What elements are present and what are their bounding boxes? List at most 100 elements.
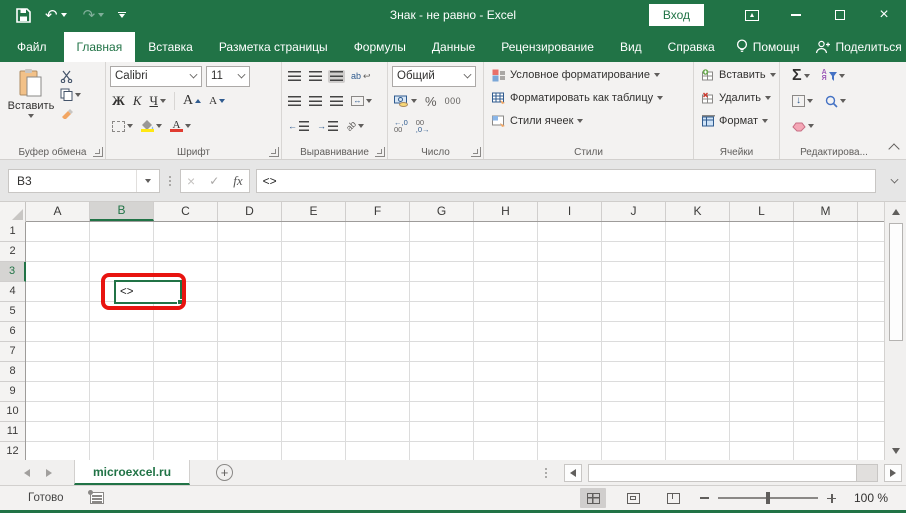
cell-B3[interactable] [90,262,154,282]
underline-button[interactable]: Ч [148,92,168,110]
cell-J2[interactable] [602,242,666,262]
row-header-10[interactable]: 10 [0,402,25,422]
font-name-select[interactable]: Calibri [110,66,202,87]
scroll-up-button[interactable] [885,202,906,221]
cell-A6[interactable] [26,322,90,342]
cell-B5[interactable] [90,302,154,322]
row-header-5[interactable]: 5 [0,302,25,322]
cell-A3[interactable] [26,262,90,282]
cell-M3[interactable] [794,262,858,282]
customize-qat-button[interactable] [118,12,126,19]
cell-partial-1[interactable] [858,222,884,242]
cell-C8[interactable] [154,362,218,382]
cell-I3[interactable] [538,262,602,282]
cell-H2[interactable] [474,242,538,262]
cell-D8[interactable] [218,362,282,382]
cell-F1[interactable] [346,222,410,242]
cell-K5[interactable] [666,302,730,322]
page-layout-view-button[interactable] [620,488,646,508]
cell-C3[interactable] [154,262,218,282]
cell-D4[interactable] [218,282,282,302]
zoom-out-button[interactable] [700,497,709,499]
column-header-M[interactable]: M [794,202,858,221]
cell-L12[interactable] [730,442,794,460]
tab-formulas[interactable]: Формулы [341,32,419,62]
cell-K12[interactable] [666,442,730,460]
insert-function-button[interactable]: fx [233,173,242,189]
cell-partial-4[interactable] [858,282,884,302]
cell-E9[interactable] [282,382,346,402]
sort-filter-button[interactable]: АЯ [820,69,847,84]
formula-bar-grip[interactable] [166,176,174,186]
cell-M5[interactable] [794,302,858,322]
cell-partial-9[interactable] [858,382,884,402]
cell-E12[interactable] [282,442,346,460]
cell-H1[interactable] [474,222,538,242]
tab-review[interactable]: Рецензирование [488,32,607,62]
cell-L5[interactable] [730,302,794,322]
cell-A7[interactable] [26,342,90,362]
vertical-scrollbar[interactable] [884,202,906,460]
cell-H8[interactable] [474,362,538,382]
tab-help[interactable]: Справка [655,32,728,62]
expand-formula-bar-button[interactable] [882,179,906,183]
cell-D1[interactable] [218,222,282,242]
column-header-L[interactable]: L [730,202,794,221]
borders-button[interactable] [110,120,135,133]
cell-B8[interactable] [90,362,154,382]
clear-button[interactable] [790,120,816,133]
sign-in-button[interactable]: Вход [649,4,704,26]
copy-button[interactable] [58,87,83,102]
cell-G9[interactable] [410,382,474,402]
paste-button[interactable]: Вставить [4,65,58,143]
cell-E7[interactable] [282,342,346,362]
cell-J1[interactable] [602,222,666,242]
conditional-formatting-button[interactable]: Условное форматирование [492,65,663,85]
cell-I12[interactable] [538,442,602,460]
cell-F3[interactable] [346,262,410,282]
cell-K9[interactable] [666,382,730,402]
cell-L3[interactable] [730,262,794,282]
column-header-I[interactable]: I [538,202,602,221]
cell-L7[interactable] [730,342,794,362]
cell-L2[interactable] [730,242,794,262]
cell-E8[interactable] [282,362,346,382]
close-button[interactable]: × [862,0,906,30]
orientation-button[interactable]: ab [344,120,366,132]
cell-M10[interactable] [794,402,858,422]
column-header-H[interactable]: H [474,202,538,221]
cell-M1[interactable] [794,222,858,242]
cell-E1[interactable] [282,222,346,242]
column-header-G[interactable]: G [410,202,474,221]
cell-A8[interactable] [26,362,90,382]
cell-styles-button[interactable]: Стили ячеек [492,111,663,131]
cell-G1[interactable] [410,222,474,242]
maximize-button[interactable] [818,0,862,30]
cell-I7[interactable] [538,342,602,362]
cell-E6[interactable] [282,322,346,342]
zoom-slider[interactable] [718,497,818,499]
cancel-button[interactable]: × [187,174,195,188]
cell-G3[interactable] [410,262,474,282]
cell-M2[interactable] [794,242,858,262]
row-header-8[interactable]: 8 [0,362,25,382]
cell-H7[interactable] [474,342,538,362]
row-header-1[interactable]: 1 [0,222,25,242]
cell-F12[interactable] [346,442,410,460]
cell-partial-7[interactable] [858,342,884,362]
cell-G10[interactable] [410,402,474,422]
cell-C6[interactable] [154,322,218,342]
cell-C12[interactable] [154,442,218,460]
cell-I4[interactable] [538,282,602,302]
row-header-12[interactable]: 12 [0,442,25,460]
cell-E4[interactable] [282,282,346,302]
cell-partial-12[interactable] [858,442,884,460]
cell-D3[interactable] [218,262,282,282]
number-format-select[interactable]: Общий [392,66,476,87]
zoom-slider-thumb[interactable] [766,492,770,504]
cell-L4[interactable] [730,282,794,302]
cell-M4[interactable] [794,282,858,302]
cell-K1[interactable] [666,222,730,242]
cell-G11[interactable] [410,422,474,442]
cell-B10[interactable] [90,402,154,422]
